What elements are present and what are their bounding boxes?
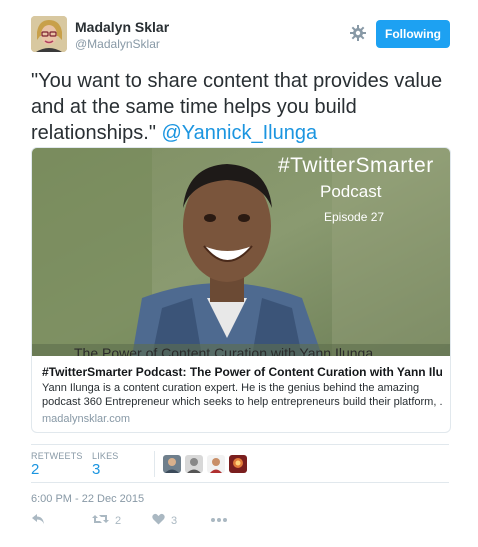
card-image[interactable]: #TwitterSmarter Podcast Episode 27 The P… bbox=[32, 148, 450, 356]
liker-avatar[interactable] bbox=[185, 455, 203, 473]
more-button[interactable] bbox=[211, 513, 227, 525]
following-button[interactable]: Following bbox=[376, 20, 450, 48]
divider bbox=[31, 444, 449, 445]
retweet-action-count: 2 bbox=[115, 514, 122, 527]
stats-separator bbox=[154, 451, 155, 477]
retweets-label[interactable]: RETWEETS bbox=[31, 451, 83, 461]
gear-icon[interactable] bbox=[349, 24, 367, 42]
overlay-episode: Episode 27 bbox=[324, 210, 385, 224]
likes-label[interactable]: LIKES bbox=[92, 451, 119, 461]
author-name[interactable]: Madalyn Sklar bbox=[75, 19, 169, 35]
retweet-button[interactable]: 2 bbox=[92, 513, 121, 528]
liker-avatar[interactable] bbox=[163, 455, 181, 473]
card-domain[interactable]: madalynsklar.com bbox=[42, 413, 130, 425]
overlay-title-2: Podcast bbox=[320, 182, 382, 201]
like-action-count: 3 bbox=[171, 514, 178, 527]
retweet-icon bbox=[92, 513, 109, 528]
reply-icon bbox=[31, 513, 45, 528]
card-description: Yann Ilunga is a content curation expert… bbox=[42, 381, 442, 409]
author-avatar[interactable] bbox=[31, 16, 67, 52]
liker-avatar[interactable] bbox=[207, 455, 225, 473]
retweets-count[interactable]: 2 bbox=[31, 461, 39, 478]
divider bbox=[31, 482, 449, 483]
liker-avatar[interactable] bbox=[229, 455, 247, 473]
tweet-timestamp[interactable]: 6:00 PM - 22 Dec 2015 bbox=[31, 493, 144, 505]
card-description-line-1: Yann Ilunga is a content curation expert… bbox=[42, 382, 420, 394]
mention-link[interactable]: @Yannick_Ilunga bbox=[162, 122, 318, 144]
more-icon bbox=[211, 513, 227, 525]
heart-icon bbox=[152, 513, 165, 528]
overlay-title-1: #TwitterSmarter bbox=[278, 154, 434, 177]
tweet-text: "You want to share content that provides… bbox=[31, 68, 451, 146]
author-handle[interactable]: @MadalynSklar bbox=[75, 37, 160, 51]
card-description-line-2: podcast 360 Entrepreneur which seeks to … bbox=[42, 396, 442, 408]
like-button[interactable]: 3 bbox=[152, 513, 177, 528]
reply-button[interactable] bbox=[31, 513, 45, 528]
link-card[interactable]: #TwitterSmarter Podcast Episode 27 The P… bbox=[31, 147, 451, 433]
card-title[interactable]: #TwitterSmarter Podcast: The Power of Co… bbox=[42, 365, 442, 379]
overlay-caption: The Power of Content Curation with Yann … bbox=[74, 345, 374, 356]
likes-count[interactable]: 3 bbox=[92, 461, 100, 478]
